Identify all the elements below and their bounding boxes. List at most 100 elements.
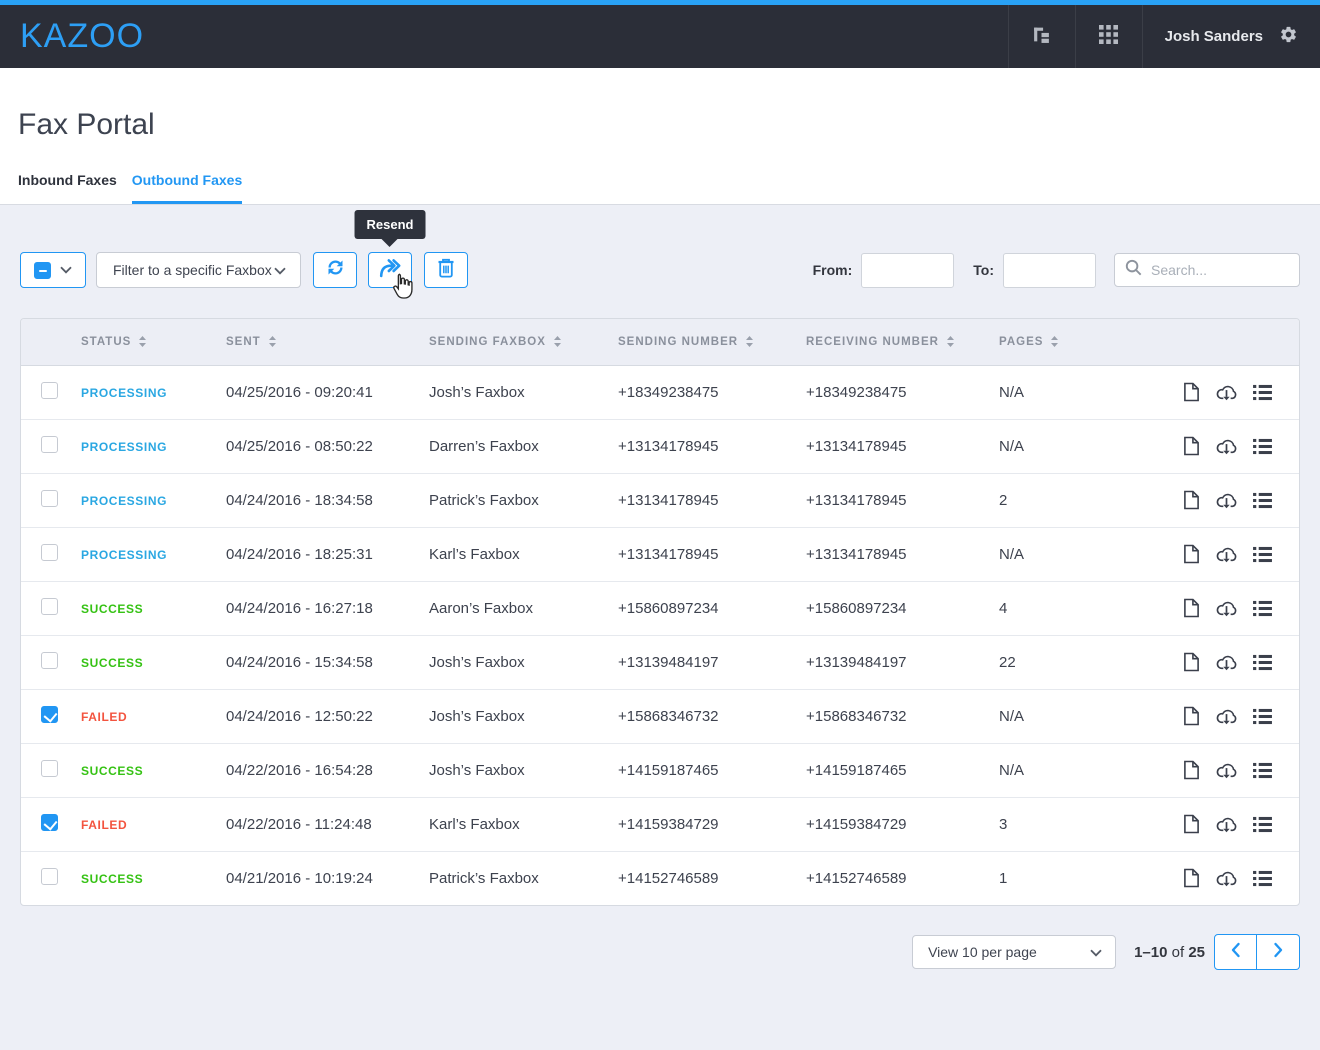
delete-button[interactable] xyxy=(424,252,468,288)
per-page-label: View 10 per page xyxy=(928,944,1037,960)
gear-icon[interactable] xyxy=(1279,25,1298,49)
kazoo-logo[interactable]: KAZOO xyxy=(20,17,144,56)
sending-number-cell: +14152746589 xyxy=(618,851,806,905)
download-fax-icon[interactable] xyxy=(1215,706,1238,726)
download-fax-icon[interactable] xyxy=(1215,598,1238,618)
next-page-button[interactable] xyxy=(1257,934,1300,970)
view-fax-file-icon[interactable] xyxy=(1183,652,1200,672)
status-badge: SUCCESS xyxy=(81,764,143,778)
search-box[interactable] xyxy=(1114,253,1300,287)
view-fax-file-icon[interactable] xyxy=(1183,598,1200,618)
pages-cell: 2 xyxy=(999,473,1174,527)
tab-inbound-faxes[interactable]: Inbound Faxes xyxy=(18,172,117,204)
sent-cell: 04/24/2016 - 15:34:58 xyxy=(226,635,429,689)
status-badge: SUCCESS xyxy=(81,602,143,616)
user-name: Josh Sanders xyxy=(1165,28,1263,45)
apps-menu-button[interactable] xyxy=(1075,5,1142,68)
row-checkbox[interactable] xyxy=(41,760,58,777)
receiving-number-cell: +14152746589 xyxy=(806,851,999,905)
row-checkbox[interactable] xyxy=(41,706,58,723)
to-date-input[interactable] xyxy=(1003,253,1096,288)
download-fax-icon[interactable] xyxy=(1215,652,1238,672)
search-icon xyxy=(1125,259,1142,281)
fax-details-list-icon[interactable] xyxy=(1253,384,1272,401)
row-checkbox[interactable] xyxy=(41,382,58,399)
view-fax-file-icon[interactable] xyxy=(1183,706,1200,726)
row-checkbox[interactable] xyxy=(41,490,58,507)
fax-details-list-icon[interactable] xyxy=(1253,870,1272,887)
fax-details-list-icon[interactable] xyxy=(1253,438,1272,455)
row-checkbox[interactable] xyxy=(41,814,58,831)
receiving-number-cell: +13134178945 xyxy=(806,473,999,527)
row-checkbox[interactable] xyxy=(41,652,58,669)
download-fax-icon[interactable] xyxy=(1215,544,1238,564)
select-all-checkbox[interactable] xyxy=(34,262,51,279)
previous-page-button[interactable] xyxy=(1214,934,1257,970)
chevron-down-icon xyxy=(274,262,286,278)
from-date-input[interactable] xyxy=(861,253,954,288)
resend-button[interactable]: Resend xyxy=(368,252,412,288)
column-header-sending-faxbox[interactable]: SENDING FAXBOX xyxy=(429,319,618,365)
table-row: SUCCESS 04/24/2016 - 16:27:18 Aaron’s Fa… xyxy=(21,581,1299,635)
tab-bar: Inbound Faxes Outbound Faxes xyxy=(18,172,1320,204)
fax-details-list-icon[interactable] xyxy=(1253,492,1272,509)
fax-details-list-icon[interactable] xyxy=(1253,816,1272,833)
sending-faxbox-cell: Josh’s Faxbox xyxy=(429,635,618,689)
download-fax-icon[interactable] xyxy=(1215,490,1238,510)
view-fax-file-icon[interactable] xyxy=(1183,436,1200,456)
download-fax-icon[interactable] xyxy=(1215,382,1238,402)
view-fax-file-icon[interactable] xyxy=(1183,868,1200,888)
sent-cell: 04/21/2016 - 10:19:24 xyxy=(226,851,429,905)
fax-details-list-icon[interactable] xyxy=(1253,600,1272,617)
view-fax-file-icon[interactable] xyxy=(1183,544,1200,564)
status-badge: SUCCESS xyxy=(81,656,143,670)
fax-details-list-icon[interactable] xyxy=(1253,762,1272,779)
faxbox-filter-dropdown[interactable]: Filter to a specific Faxbox xyxy=(96,252,301,288)
view-fax-file-icon[interactable] xyxy=(1183,382,1200,402)
sending-faxbox-cell: Josh’s Faxbox xyxy=(429,743,618,797)
user-menu[interactable]: Josh Sanders xyxy=(1142,5,1320,68)
table-row: PROCESSING 04/25/2016 - 09:20:41 Josh’s … xyxy=(21,365,1299,419)
row-checkbox[interactable] xyxy=(41,544,58,561)
view-fax-file-icon[interactable] xyxy=(1183,814,1200,834)
tab-outbound-faxes[interactable]: Outbound Faxes xyxy=(132,172,242,204)
view-fax-file-icon[interactable] xyxy=(1183,760,1200,780)
faxbox-filter-label: Filter to a specific Faxbox xyxy=(113,262,272,278)
pages-cell: 1 xyxy=(999,851,1174,905)
sending-faxbox-cell: Darren’s Faxbox xyxy=(429,419,618,473)
sort-icon xyxy=(947,336,954,347)
download-fax-icon[interactable] xyxy=(1215,814,1238,834)
sending-faxbox-cell: Josh’s Faxbox xyxy=(429,689,618,743)
per-page-dropdown[interactable]: View 10 per page xyxy=(912,935,1116,969)
sent-cell: 04/24/2016 - 18:34:58 xyxy=(226,473,429,527)
column-header-sending-number[interactable]: SENDING NUMBER xyxy=(618,319,806,365)
search-input[interactable] xyxy=(1151,262,1289,278)
refresh-button[interactable] xyxy=(313,252,357,288)
column-header-sent[interactable]: SENT xyxy=(226,319,429,365)
table-row: PROCESSING 04/24/2016 - 18:34:58 Patrick… xyxy=(21,473,1299,527)
fax-details-list-icon[interactable] xyxy=(1253,654,1272,671)
range-values: 1–10 xyxy=(1134,944,1167,961)
column-header-status[interactable]: STATUS xyxy=(81,319,226,365)
fax-table: STATUS SENT SENDING FAXBOX SENDING NUMBE… xyxy=(20,318,1300,906)
download-fax-icon[interactable] xyxy=(1215,868,1238,888)
row-checkbox[interactable] xyxy=(41,436,58,453)
fax-details-list-icon[interactable] xyxy=(1253,546,1272,563)
from-label: From: xyxy=(813,262,853,278)
sent-cell: 04/24/2016 - 12:50:22 xyxy=(226,689,429,743)
column-header-receiving-number[interactable]: RECEIVING NUMBER xyxy=(806,319,999,365)
toolbar: Filter to a specific Faxbox Resend xyxy=(20,252,1300,288)
pages-cell: N/A xyxy=(999,689,1174,743)
row-checkbox[interactable] xyxy=(41,598,58,615)
download-fax-icon[interactable] xyxy=(1215,436,1238,456)
select-all-dropdown[interactable] xyxy=(20,252,86,288)
download-fax-icon[interactable] xyxy=(1215,760,1238,780)
receiving-number-cell: +13134178945 xyxy=(806,419,999,473)
fax-details-list-icon[interactable] xyxy=(1253,708,1272,725)
row-checkbox[interactable] xyxy=(41,868,58,885)
sending-number-cell: +13139484197 xyxy=(618,635,806,689)
account-hierarchy-button[interactable] xyxy=(1008,5,1075,68)
pages-cell: 22 xyxy=(999,635,1174,689)
view-fax-file-icon[interactable] xyxy=(1183,490,1200,510)
column-header-pages[interactable]: PAGES xyxy=(999,319,1174,365)
